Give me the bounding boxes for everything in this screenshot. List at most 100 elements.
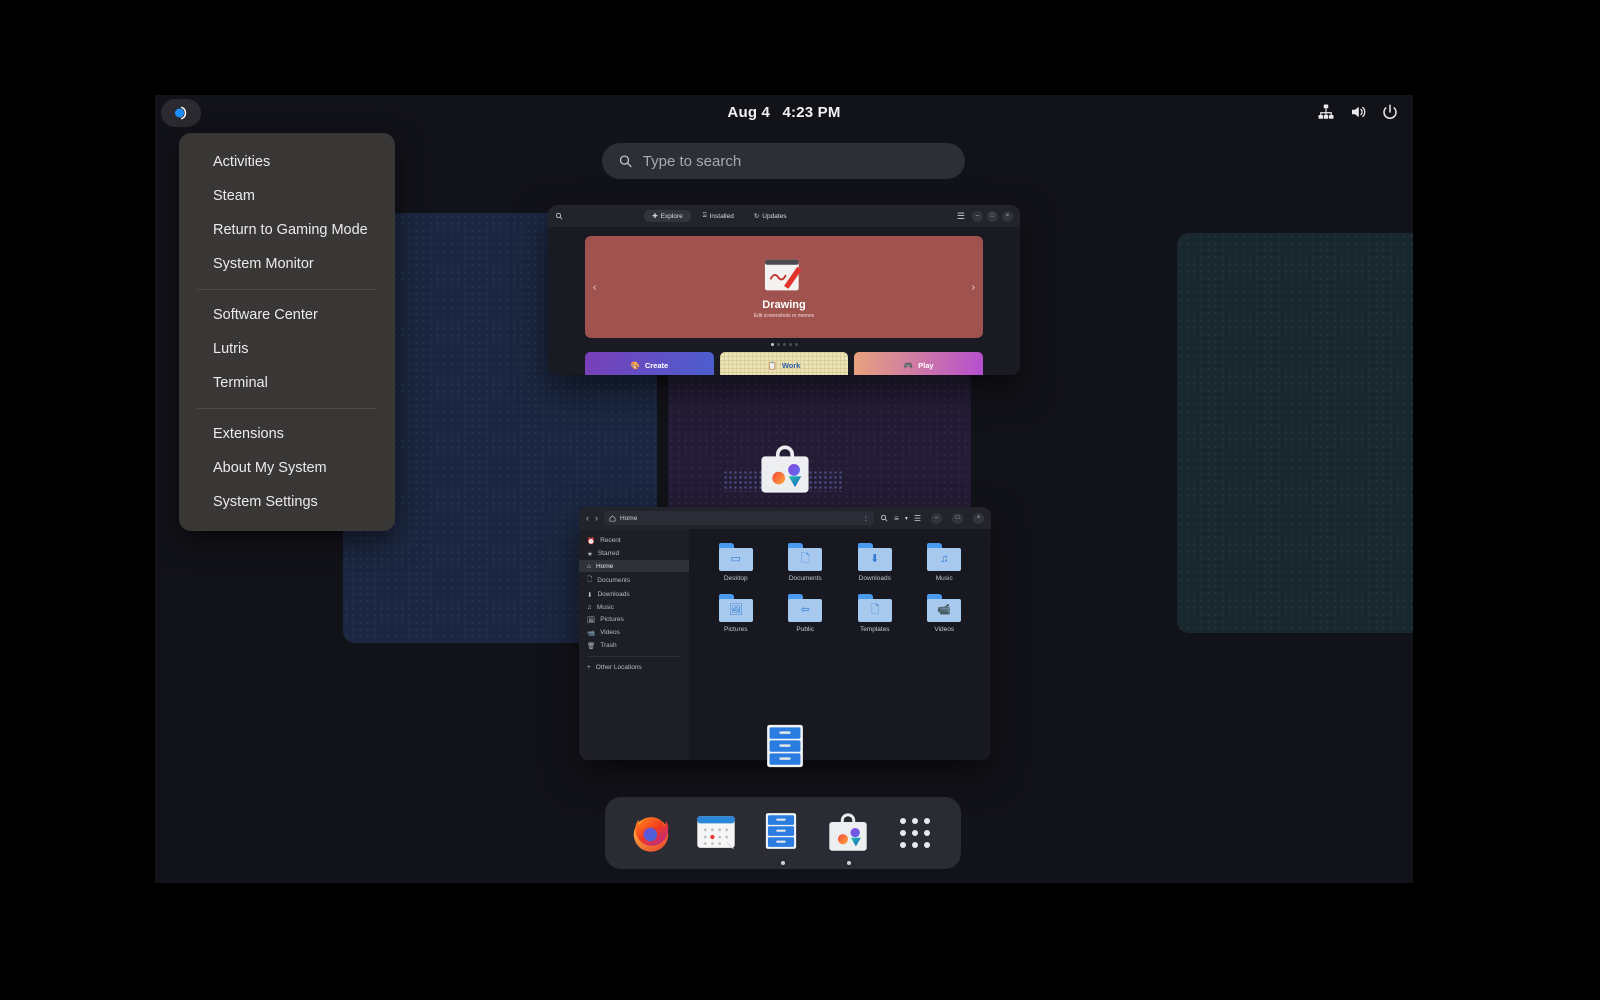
clock-date: Aug 4 bbox=[727, 104, 771, 121]
sidebar-item-pictures[interactable]: 🖼 Pictures bbox=[579, 613, 689, 626]
dock-item-calendar[interactable] bbox=[693, 809, 741, 857]
folder-label: Public bbox=[796, 626, 815, 633]
menu-item-terminal[interactable]: Terminal bbox=[179, 366, 395, 400]
tab-explore[interactable]: ✚ Explore bbox=[644, 210, 691, 222]
workspace-thumbnail-3[interactable] bbox=[1177, 233, 1413, 633]
carousel-prev-button[interactable]: ‹ bbox=[593, 282, 596, 293]
minimize-button[interactable]: – bbox=[931, 512, 942, 524]
folder-item-videos[interactable]: 📹 Videos bbox=[910, 594, 980, 633]
menu-item-about-my-system[interactable]: About My System bbox=[179, 451, 395, 485]
network-wired-icon[interactable] bbox=[1317, 103, 1335, 121]
sidebar-item-home[interactable]: ⌂ Home bbox=[579, 560, 689, 572]
sidebar-item-recent[interactable]: ⏰ Recent bbox=[579, 534, 689, 547]
folder-item-music[interactable]: ♫ Music bbox=[910, 543, 980, 582]
app-menu-popup: Activities Steam Return to Gaming Mode S… bbox=[179, 133, 395, 531]
tab-updates[interactable]: ↻ Updates bbox=[746, 210, 795, 222]
search-icon[interactable] bbox=[880, 514, 888, 522]
play-icon: 🎮 bbox=[903, 361, 914, 370]
hamburger-icon[interactable]: ☰ bbox=[957, 211, 965, 222]
dock-item-software-center[interactable] bbox=[825, 809, 873, 865]
menu-item-system-settings[interactable]: System Settings bbox=[179, 485, 395, 519]
clock[interactable]: Aug 4 4:23 PM bbox=[155, 104, 1413, 121]
folder-item-downloads[interactable]: ⬇ Downloads bbox=[840, 543, 910, 582]
category-tile-play[interactable]: 🎮 Play bbox=[854, 352, 983, 375]
hamburger-icon[interactable]: ☰ bbox=[914, 514, 921, 523]
clock-icon: ⏰ bbox=[587, 537, 596, 545]
music-icon: ♫ bbox=[587, 603, 592, 611]
carousel-dot[interactable] bbox=[788, 343, 792, 346]
sidebar-item-documents[interactable]: 🗋 Documents bbox=[579, 572, 689, 588]
nav-forward-button[interactable]: › bbox=[595, 513, 598, 523]
folder-label: Videos bbox=[934, 626, 955, 633]
maximize-button[interactable]: □ bbox=[952, 512, 963, 524]
sidebar-item-trash[interactable]: 🗑 Trash bbox=[579, 639, 689, 652]
software-center-window[interactable]: ✚ Explore ⍓ Installed ↻ Updates ☰ – □ × bbox=[548, 205, 1020, 375]
menu-dots-icon[interactable]: ⋮ bbox=[863, 514, 870, 522]
software-center-drag-icon[interactable] bbox=[756, 440, 814, 503]
sidebar-item-label: Pictures bbox=[600, 616, 624, 623]
close-button[interactable]: × bbox=[1001, 210, 1013, 222]
menu-item-steam[interactable]: Steam bbox=[179, 179, 395, 213]
sidebar-item-label: Recent bbox=[600, 537, 621, 544]
carousel-next-button[interactable]: › bbox=[972, 282, 975, 293]
sidebar-item-starred[interactable]: ★ Starred bbox=[579, 547, 689, 560]
updates-icon: ↻ bbox=[753, 213, 760, 220]
menu-item-software-center[interactable]: Software Center bbox=[179, 298, 395, 332]
folder-item-templates[interactable]: 🗋 Templates bbox=[840, 594, 910, 633]
desktop-overview: Aug 4 4:23 PM Type to search Activities … bbox=[155, 95, 1413, 883]
folder-item-pictures[interactable]: 🖼 Pictures bbox=[701, 594, 771, 633]
sidebar-item-downloads[interactable]: ⬇ Downloads bbox=[579, 588, 689, 601]
category-tile-work[interactable]: 📋 Work bbox=[719, 352, 849, 375]
sidebar-item-other-locations[interactable]: + Other Locations bbox=[579, 661, 689, 673]
featured-app-banner[interactable]: ‹ › Drawing Edit screenshots or memes bbox=[585, 236, 983, 338]
close-button[interactable]: × bbox=[973, 512, 984, 524]
dock-item-files[interactable] bbox=[759, 809, 807, 865]
category-label: Play bbox=[918, 361, 934, 370]
files-drag-icon[interactable] bbox=[759, 720, 811, 777]
folder-item-documents[interactable]: 🗋 Documents bbox=[771, 543, 841, 582]
folder-icon: ▭ bbox=[718, 543, 753, 571]
folder-icon: 🗋 bbox=[857, 594, 892, 622]
maximize-button[interactable]: □ bbox=[986, 210, 998, 222]
menu-item-lutris[interactable]: Lutris bbox=[179, 332, 395, 366]
dock-item-firefox[interactable] bbox=[627, 809, 675, 857]
sidebar-item-label: Trash bbox=[600, 642, 617, 649]
carousel-dot[interactable] bbox=[776, 343, 780, 346]
menu-item-system-monitor[interactable]: System Monitor bbox=[179, 247, 395, 281]
search-icon[interactable] bbox=[555, 212, 563, 220]
minimize-button[interactable]: – bbox=[971, 210, 983, 222]
files-sidebar: ⏰ Recent ★ Starred ⌂ Home 🗋 Documents ⬇ bbox=[579, 529, 689, 760]
category-tile-create[interactable]: 🎨 Create bbox=[585, 352, 714, 375]
category-label: Work bbox=[781, 361, 801, 370]
chevron-down-icon[interactable]: ▾ bbox=[905, 515, 908, 522]
folder-grid: ▭ Desktop 🗋 Documents ⬇ Downloads ♫ Musi… bbox=[701, 543, 979, 633]
menu-item-return-to-gaming-mode[interactable]: Return to Gaming Mode bbox=[179, 213, 395, 247]
carousel-dot[interactable] bbox=[794, 343, 798, 346]
folder-label: Downloads bbox=[858, 575, 891, 582]
nav-back-button[interactable]: ‹ bbox=[586, 513, 589, 523]
path-bar[interactable]: Home ⋮ bbox=[604, 511, 875, 525]
folder-icon: 📹 bbox=[927, 594, 962, 622]
folder-label: Music bbox=[935, 575, 953, 582]
list-view-icon[interactable]: ≡ bbox=[894, 514, 899, 523]
menu-item-extensions[interactable]: Extensions bbox=[179, 417, 395, 451]
search-bar[interactable] bbox=[602, 143, 965, 179]
home-icon bbox=[609, 514, 616, 521]
dock-item-app-grid[interactable] bbox=[891, 809, 939, 857]
power-icon[interactable] bbox=[1381, 103, 1399, 121]
search-input[interactable] bbox=[642, 152, 949, 170]
carousel-dot[interactable] bbox=[782, 343, 786, 346]
trash-icon: 🗑 bbox=[587, 642, 596, 650]
folder-icon: ♫ bbox=[927, 543, 962, 571]
folder-item-desktop[interactable]: ▭ Desktop bbox=[701, 543, 771, 582]
menu-item-activities[interactable]: Activities bbox=[179, 145, 395, 179]
star-icon: ★ bbox=[587, 550, 593, 558]
folder-item-public[interactable]: ⇦ Public bbox=[771, 594, 841, 633]
tab-installed[interactable]: ⍓ Installed bbox=[695, 210, 742, 222]
sidebar-item-videos[interactable]: 📹 Videos bbox=[579, 626, 689, 639]
sidebar-item-music[interactable]: ♫ Music bbox=[579, 601, 689, 613]
sidebar-item-label: Home bbox=[595, 562, 614, 570]
volume-icon[interactable] bbox=[1349, 103, 1367, 121]
calendar-icon bbox=[697, 816, 735, 849]
carousel-dot[interactable] bbox=[770, 343, 774, 346]
